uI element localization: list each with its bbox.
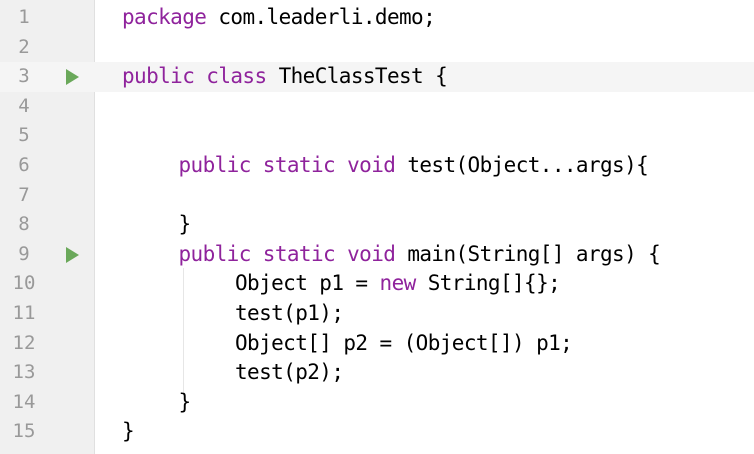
code-token: main(String[] args) { bbox=[395, 241, 661, 266]
code-line[interactable]: 10 Object p1 = new String[]{}; bbox=[0, 269, 754, 299]
code-line[interactable]: 2 bbox=[0, 33, 754, 63]
code-token: String[]{}; bbox=[415, 271, 561, 296]
code-line[interactable]: 4 bbox=[0, 92, 754, 122]
code-token: } bbox=[122, 419, 135, 444]
keyword-token: new bbox=[379, 271, 417, 296]
line-number[interactable]: 11 bbox=[6, 299, 42, 329]
code-text[interactable]: public static void test(Object...args){ bbox=[179, 151, 649, 181]
code-line[interactable]: 6 public static void test(Object...args){ bbox=[0, 151, 754, 181]
code-text[interactable]: } bbox=[122, 417, 135, 447]
line-number[interactable]: 12 bbox=[6, 329, 42, 359]
code-text[interactable]: } bbox=[178, 388, 192, 418]
code-token: } bbox=[178, 389, 192, 414]
line-number[interactable]: 3 bbox=[6, 62, 42, 92]
line-number[interactable]: 10 bbox=[6, 269, 42, 299]
line-number[interactable]: 4 bbox=[6, 92, 42, 122]
code-line[interactable]: 11 test(p1); bbox=[0, 299, 754, 329]
keyword-token: public static void bbox=[178, 241, 396, 266]
code-text[interactable]: test(p2); bbox=[235, 358, 344, 388]
code-line[interactable]: 1 package com.leaderli.demo; bbox=[0, 3, 754, 33]
code-token: } bbox=[178, 212, 192, 237]
run-icon[interactable] bbox=[66, 246, 79, 263]
line-number[interactable]: 9 bbox=[6, 240, 42, 270]
line-number[interactable]: 1 bbox=[6, 3, 42, 33]
line-number[interactable]: 2 bbox=[6, 33, 42, 63]
keyword-token: public static void bbox=[178, 153, 396, 177]
run-icon[interactable] bbox=[66, 69, 79, 86]
code-text[interactable]: public class TheClassTest { bbox=[122, 62, 448, 92]
code-token: com.leaderli.demo; bbox=[206, 5, 436, 29]
code-line[interactable]: 5 bbox=[0, 121, 754, 151]
line-number[interactable]: 5 bbox=[6, 121, 42, 151]
code-line[interactable]: 15} bbox=[0, 417, 754, 447]
code-token: TheClassTest { bbox=[266, 64, 448, 89]
code-line[interactable]: 7 bbox=[0, 181, 754, 211]
code-text[interactable]: package com.leaderli.demo; bbox=[122, 3, 436, 33]
code-line[interactable]: 13 test(p2); bbox=[0, 358, 754, 388]
code-token: Object p1 = bbox=[235, 271, 380, 296]
code-line[interactable]: 8} bbox=[0, 210, 754, 240]
code-line[interactable]: 14} bbox=[0, 388, 754, 418]
code-text[interactable]: public static void main(String[] args) { bbox=[179, 240, 661, 270]
keyword-token: package bbox=[122, 5, 207, 29]
code-line[interactable]: 3 public class TheClassTest { bbox=[0, 62, 754, 92]
code-text[interactable]: test(p1); bbox=[235, 299, 344, 329]
code-line[interactable]: 9 public static void main(String[] args) … bbox=[0, 240, 754, 270]
code-line[interactable]: 12 Object[] p2 = (Object[]) p1; bbox=[0, 329, 754, 359]
code-text[interactable]: Object p1 = new String[]{}; bbox=[235, 269, 561, 299]
line-number[interactable]: 15 bbox=[6, 417, 42, 447]
code-token: Object[] p2 = (Object[]) p1; bbox=[235, 330, 573, 355]
line-number[interactable]: 13 bbox=[6, 358, 42, 388]
line-number[interactable]: 8 bbox=[6, 210, 42, 240]
line-number[interactable]: 14 bbox=[6, 388, 42, 418]
code-text[interactable]: Object[] p2 = (Object[]) p1; bbox=[235, 329, 573, 359]
code-text[interactable]: } bbox=[178, 210, 192, 240]
code-token: test(Object...args){ bbox=[395, 153, 649, 177]
line-number[interactable]: 7 bbox=[6, 181, 42, 211]
code-token: test(p2); bbox=[235, 360, 344, 385]
code-token: test(p1); bbox=[235, 301, 344, 325]
code-editor[interactable]: 1 package com.leaderli.demo; 2 3 public clas… bbox=[0, 0, 754, 454]
keyword-token: public class bbox=[122, 64, 267, 89]
line-number[interactable]: 6 bbox=[6, 151, 42, 181]
